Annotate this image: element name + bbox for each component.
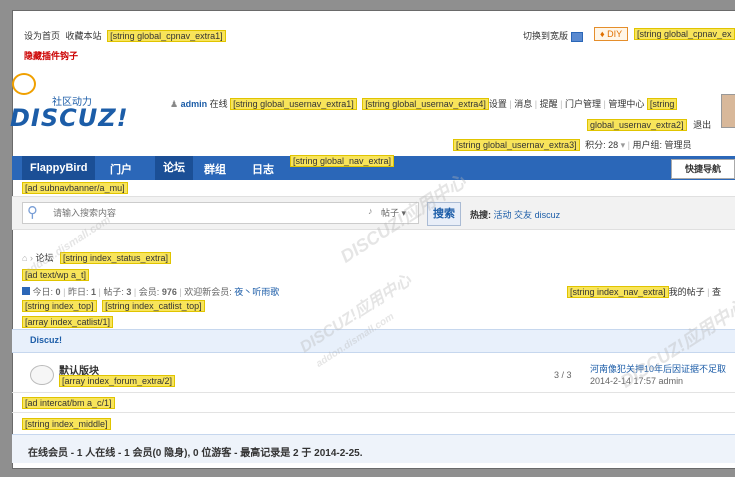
notifications-link[interactable]: 提醒 [540,99,558,109]
usernav-extra2-part2: global_usernav_extra2] [587,119,687,131]
diy-plus-icon: ♦ [600,29,605,39]
usernav-extra1: [string global_usernav_extra1] [230,98,357,110]
logo-bubble-icon [12,73,36,95]
search-icon: ⚲ [27,204,38,221]
points-dropdown-icon[interactable]: ▾ [621,140,626,150]
mic-icon: ♪ [368,206,373,216]
nav-item-blog[interactable]: 日志 [252,161,274,177]
logout-link[interactable]: 退出 [693,120,711,130]
forum-thread-count: 3 / 3 [554,370,572,380]
user-icon: ♟ [170,99,179,109]
divider [12,392,735,393]
usernav-extra2-part1: [string [646,98,678,110]
nav-item-forum[interactable]: 论坛 [155,156,193,180]
cpnav-extra2: [string global_cpnav_ex [634,28,735,40]
site-logo[interactable]: DISCUZ! [10,104,129,132]
index-nav-extra: [string index_nav_extra] [567,286,669,298]
nav-item-groups[interactable]: 群组 [204,161,226,177]
hot-search-item[interactable]: discuz [535,210,561,220]
hot-search-item[interactable]: 交友 [514,210,532,220]
hidden-plugin-label: 隐藏插件钩子 [24,51,79,61]
favorite-link[interactable]: 收藏本站 [66,31,102,41]
index-middle: [string index_middle] [22,418,111,430]
nav-item-flappybird[interactable]: FlappyBird [22,156,96,180]
forum-stats: 今日: 0 | 昨日: 1 | 帖子: 3 | 会员: 976 | 欢迎新会员:… [22,285,279,298]
search-input-wrap: ⚲ ♪ 帖子 ▾ [22,202,419,224]
wide-icon [570,31,583,42]
avatar[interactable] [721,94,735,128]
my-posts-link[interactable]: 我的帖子 [669,287,705,297]
username-link[interactable]: admin [181,99,208,109]
ad-intercat: [ad intercat/bm a_c/1] [22,397,115,409]
index-catlist: [array index_catlist/1] [22,316,114,328]
category-title[interactable]: Discuz! [30,335,62,345]
nav-extra: [string global_nav_extra] [290,155,395,167]
cpnav-extra1: [string global_cpnav_extra1] [107,30,226,42]
quick-nav-button[interactable]: 快捷导航 [671,159,735,179]
search-input[interactable] [51,205,325,221]
forum-status-icon [30,365,54,385]
admin-center-link[interactable]: 管理中心 [608,99,644,109]
hot-search-item[interactable]: 活动 [494,210,512,220]
index-status-extra: [string index_status_extra] [60,252,172,264]
main-navbar: FlappyBird 门户 论坛 群组 日志 [string global_na… [12,155,735,180]
usernav-extra4: [string global_usernav_extra4] [362,98,489,110]
settings-link[interactable]: 设置 [489,99,507,109]
divider [12,412,735,413]
usernav-row2: global_usernav_extra2] 退出 [587,118,711,131]
index-top-row: [string index_top] [string index_catlist… [22,300,205,312]
view-more-link[interactable]: 查 [712,287,721,297]
messages-link[interactable]: 消息 [514,99,532,109]
stats-icon [22,287,30,295]
set-home-link[interactable]: 设为首页 [24,31,60,41]
ad-subnavbanner: [ad subnavbanner/a_mu] [22,182,128,194]
online-summary[interactable]: 在线会员 - 1 人在线 - 1 会员(0 隐身), 0 位游客 - 最高记录是… [28,444,363,459]
portal-admin-link[interactable]: 门户管理 [565,99,601,109]
index-top: [string index_top] [22,300,97,312]
nav-item-portal[interactable]: 门户 [110,161,132,177]
home-icon[interactable]: ⌂ [22,253,27,263]
index-forum-extra: [array index_forum_extra/2] [59,375,176,387]
user-info: ♟ admin 在线 [string global_usernav_extra1… [170,97,678,110]
usernav-row3: [string global_usernav_extra3] 积分: 28 ▾ … [453,138,692,151]
new-member-link[interactable]: 夜丶听雨歌 [234,287,279,297]
user-group-link[interactable]: 用户组: 管理员 [633,140,692,150]
points-link[interactable]: 积分: 28 [585,140,618,150]
topbar-left: 设为首页 收藏本站 [string global_cpnav_extra1] [24,29,226,42]
switch-width-link[interactable]: 切换到宽版 [523,29,583,42]
index-nav: [string index_nav_extra] 我的帖子 | 查 [567,285,721,298]
index-catlist-top: [string index_catlist_top] [102,300,205,312]
usernav-extra3: [string global_usernav_extra3] [453,139,580,151]
hot-search: 热搜: 活动 交友 discuz [470,210,561,220]
diy-button[interactable]: ♦ DIY [594,27,629,41]
online-bar: 在线会员 - 1 人在线 - 1 会员(0 隐身), 0 位游客 - 最高记录是… [12,434,735,463]
